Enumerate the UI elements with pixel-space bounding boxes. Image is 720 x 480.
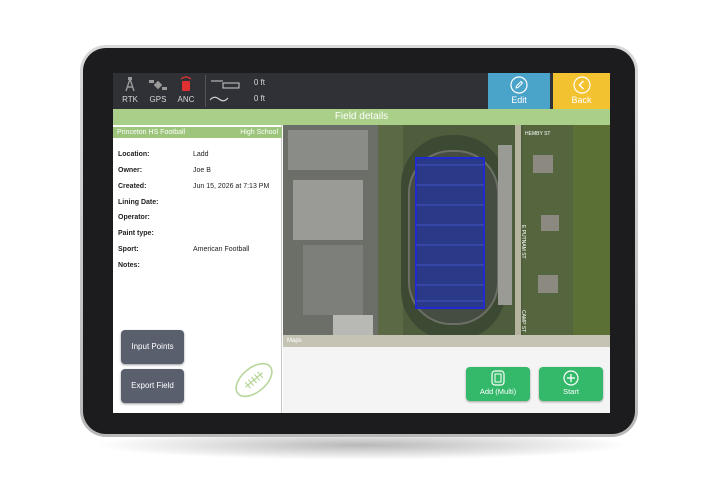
field-info-panel: Princeton HS Football High School Locati… bbox=[113, 125, 282, 413]
street-label: HEMBY ST bbox=[525, 131, 551, 137]
info-value: Joe B bbox=[193, 167, 211, 174]
app-screen: RTK GPS ANC 0 ft 0 ft Edit Back Field de… bbox=[113, 73, 610, 413]
anc-label: ANC bbox=[177, 95, 195, 104]
wave-icon bbox=[209, 96, 229, 102]
info-key: Operator: bbox=[118, 214, 150, 221]
info-key: Location: bbox=[118, 151, 150, 158]
info-key: Notes: bbox=[118, 262, 140, 269]
back-arrow-icon bbox=[572, 76, 591, 94]
offset-meter: 0 ft 0 ft bbox=[205, 75, 267, 107]
edit-button[interactable]: Edit bbox=[488, 73, 550, 109]
map-imagery bbox=[283, 125, 610, 347]
bottom-action-area: Add (Multi) Start bbox=[283, 347, 610, 413]
ruler-icon bbox=[211, 80, 240, 89]
satellite-map[interactable]: Maps HEMBY ST E PUTNAM ST CAMP ST bbox=[283, 125, 610, 347]
info-value: Jun 15, 2026 at 7:13 PM bbox=[193, 183, 270, 190]
rtk-status[interactable]: RTK bbox=[117, 76, 143, 108]
football-icon bbox=[235, 362, 273, 398]
info-key: Owner: bbox=[118, 167, 143, 174]
tablet-bezel: RTK GPS ANC 0 ft 0 ft Edit Back Field de… bbox=[83, 48, 635, 434]
gps-label: GPS bbox=[149, 95, 167, 104]
info-key: Created: bbox=[118, 183, 147, 190]
field-header: Princeton HS Football High School bbox=[113, 127, 282, 138]
meter-bottom-value: 0 ft bbox=[253, 94, 265, 103]
field-type: High School bbox=[240, 129, 278, 136]
tablet-frame: RTK GPS ANC 0 ft 0 ft Edit Back Field de… bbox=[80, 45, 638, 437]
start-button[interactable]: Start bbox=[539, 367, 603, 401]
info-value: Ladd bbox=[193, 151, 209, 158]
maps-attribution: Maps bbox=[287, 338, 302, 344]
info-key: Sport: bbox=[118, 246, 139, 253]
back-button[interactable]: Back bbox=[553, 73, 610, 109]
street-label: E PUTNAM ST bbox=[520, 225, 526, 259]
pencil-icon bbox=[510, 76, 528, 94]
start-label: Start bbox=[563, 387, 579, 396]
top-status-bar: RTK GPS ANC 0 ft 0 ft Edit Back bbox=[113, 73, 610, 109]
page-title: Field details bbox=[113, 109, 610, 125]
info-key: Lining Date: bbox=[118, 199, 159, 206]
rtk-label: RTK bbox=[122, 95, 138, 104]
plus-circle-icon bbox=[563, 370, 579, 386]
street-label: CAMP ST bbox=[520, 310, 526, 333]
add-multi-label: Add (Multi) bbox=[479, 387, 517, 396]
info-value: American Football bbox=[193, 246, 250, 253]
satellite-icon bbox=[149, 80, 167, 90]
export-field-button[interactable]: Export Field bbox=[121, 369, 184, 403]
edit-label: Edit bbox=[511, 95, 527, 105]
anc-status[interactable]: ANC bbox=[173, 76, 199, 108]
add-multi-button[interactable]: Add (Multi) bbox=[466, 367, 530, 401]
back-label: Back bbox=[571, 95, 592, 105]
base-station-icon bbox=[180, 76, 192, 91]
input-points-button[interactable]: Input Points bbox=[121, 330, 184, 364]
rtk-antenna-icon bbox=[125, 77, 135, 92]
meter-top-value: 0 ft bbox=[253, 78, 265, 87]
gps-status[interactable]: GPS bbox=[145, 76, 171, 108]
field-name: Princeton HS Football bbox=[117, 129, 186, 136]
info-key: Paint type: bbox=[118, 230, 154, 237]
add-multi-icon bbox=[491, 370, 505, 386]
